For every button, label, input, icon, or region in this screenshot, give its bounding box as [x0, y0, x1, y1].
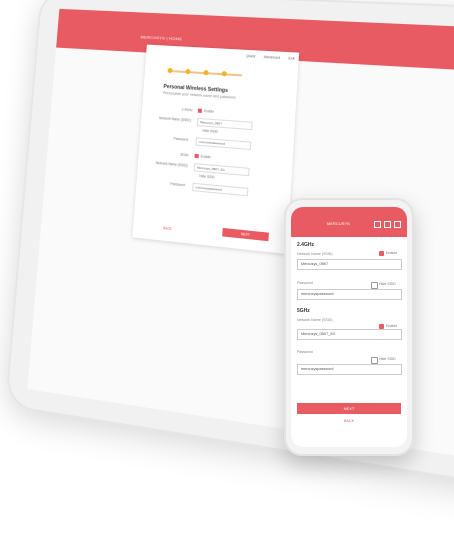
progress-stepper: [167, 67, 243, 77]
step-dot: [185, 68, 191, 75]
enable-2g-label: Enable: [386, 251, 398, 255]
band-2g-heading: 2.4GHz: [297, 242, 314, 248]
tablet-back-link[interactable]: BACK: [163, 226, 172, 231]
tablet-next-button[interactable]: NEXT: [222, 227, 269, 242]
ssid-2g-input[interactable]: Mercusys_0B07: [297, 259, 402, 270]
phone-next-button[interactable]: NEXT: [297, 403, 401, 414]
password-5g-input[interactable]: mercusyspassword: [297, 364, 402, 375]
hide-5g-checkbox[interactable]: [371, 357, 378, 364]
phone-device: MERCUSYS 2.4GHz Network Name (SSID) Enab…: [284, 198, 414, 456]
enable-5g-checkbox[interactable]: [194, 153, 199, 159]
ssid-5g-label: Network Name (SSID):: [155, 160, 189, 168]
ssid-2g-label: Network Name (SSID):: [158, 116, 192, 123]
nav-advanced[interactable]: Advanced: [264, 55, 281, 60]
band-5g-label: 5GHz: [180, 152, 189, 158]
password-2g-input[interactable]: mercusyspassword: [297, 289, 402, 300]
wireless-settings-card: Quick Advanced Exit Personal Wireless Se…: [132, 44, 300, 255]
tablet-nav: Quick Advanced Exit: [246, 54, 295, 61]
enable-2g-checkbox[interactable]: [197, 108, 203, 113]
password-5g-input[interactable]: mercusyspassword: [192, 182, 249, 197]
step-dot: [167, 67, 173, 74]
step-dot: [203, 69, 209, 76]
password-2g-input[interactable]: mercusyspassword: [195, 137, 252, 151]
hide-2g-checkbox[interactable]: [371, 282, 378, 289]
hide-2g-label[interactable]: Hide SSID: [202, 129, 217, 134]
enable-5g-label: Enable: [200, 154, 212, 160]
phone-back-link[interactable]: BACK: [291, 419, 407, 423]
phone-header: MERCUSYS: [291, 207, 407, 237]
hide-2g-label: Hide SSID: [379, 282, 396, 286]
band-2g-label: 2.4GHz: [181, 107, 193, 113]
ssid-5g-input[interactable]: Mercusys_0B07_5G: [297, 329, 402, 340]
password-5g-label: Password:: [170, 181, 186, 188]
nav-quick[interactable]: Quick: [246, 54, 256, 59]
password-5g-label: Password: [297, 350, 313, 354]
band-5g-heading: 5GHz: [297, 308, 310, 314]
ssid-5g-label: Network Name (SSID): [297, 318, 333, 322]
password-2g-label: Password:: [173, 136, 189, 142]
hide-5g-label[interactable]: Hide SSID: [199, 174, 215, 180]
brand-logo: MERCUSYS | HOME: [140, 34, 183, 42]
logout-icon[interactable]: [394, 221, 401, 228]
grid-icon[interactable]: [374, 221, 381, 228]
nav-exit[interactable]: Exit: [288, 56, 294, 60]
wifi-icon[interactable]: [384, 221, 391, 228]
phone-title: MERCUSYS: [327, 221, 350, 226]
ssid-2g-label: Network Name (SSID): [297, 252, 333, 256]
enable-2g-checkbox[interactable]: [379, 251, 384, 256]
step-dot: [221, 71, 228, 77]
enable-5g-label: Enable: [386, 324, 398, 328]
password-2g-label: Password: [297, 281, 313, 285]
enable-2g-label: Enable: [203, 108, 215, 114]
phone-screen: MERCUSYS 2.4GHz Network Name (SSID) Enab…: [291, 207, 407, 447]
phone-header-icons: [374, 221, 401, 228]
hide-5g-label: Hide SSID: [379, 357, 396, 361]
